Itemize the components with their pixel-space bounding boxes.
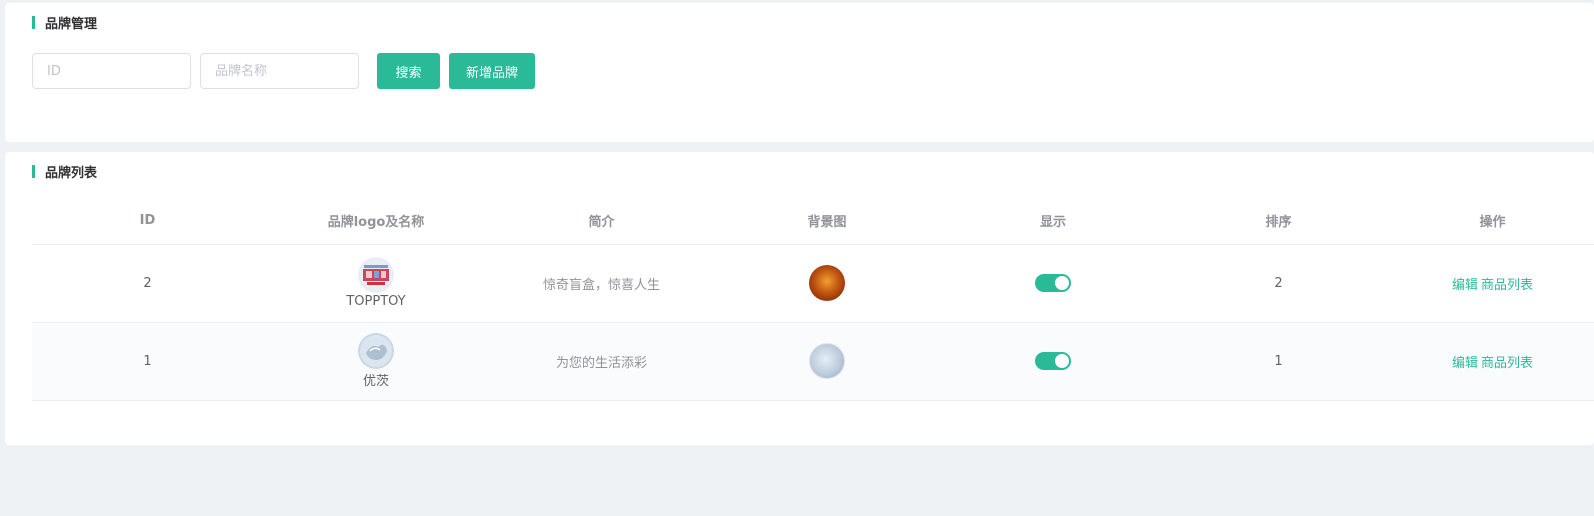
- table-row: 2 TOPPTOY 惊奇盲盒，惊喜人生 2 编辑 商品列表: [32, 244, 1594, 323]
- title-accent-bar: [32, 164, 35, 178]
- column-header-id: ID: [32, 198, 263, 245]
- actions-cell: 编辑 商品列表: [1391, 322, 1594, 401]
- column-header-background: 背景图: [714, 198, 940, 245]
- column-header-intro: 简介: [489, 198, 714, 245]
- brand-cell: 优茨: [263, 322, 489, 401]
- id-input[interactable]: [32, 53, 191, 89]
- column-header-sort: 排序: [1166, 198, 1391, 245]
- row-id: 1: [32, 322, 263, 401]
- brand-intro: 惊奇盲盒，惊喜人生: [489, 244, 714, 323]
- show-cell: [940, 244, 1166, 323]
- list-section-title-text: 品牌列表: [45, 165, 98, 181]
- background-cell: [714, 322, 940, 401]
- table-row: 1 优茨 为您的生活添彩 1 编辑 商品列表: [32, 322, 1594, 401]
- brand-cell: TOPPTOY: [263, 244, 489, 323]
- brand-name-input[interactable]: [200, 53, 359, 89]
- table-header-row: ID 品牌logo及名称 简介 背景图 显示 排序 操作: [32, 198, 1594, 245]
- brand-logo-image: [358, 333, 394, 369]
- brand-list-panel: 品牌列表 ID 品牌logo及名称 简介 背景图 显示 排序 操作 2 TOPP…: [5, 152, 1594, 445]
- background-image: [809, 343, 845, 379]
- add-brand-button[interactable]: 新增品牌: [449, 53, 535, 89]
- edit-link[interactable]: 编辑: [1452, 274, 1478, 293]
- brand-search-panel: 品牌管理 搜索 新增品牌: [5, 3, 1594, 142]
- product-list-link[interactable]: 商品列表: [1481, 274, 1533, 293]
- brand-name: 优茨: [362, 374, 389, 389]
- edit-link[interactable]: 编辑: [1452, 352, 1478, 371]
- search-button[interactable]: 搜索: [377, 53, 440, 89]
- brand-intro: 为您的生活添彩: [489, 322, 714, 401]
- row-sort: 1: [1166, 322, 1391, 401]
- show-cell: [940, 322, 1166, 401]
- show-toggle[interactable]: [1035, 352, 1071, 370]
- brand-name: TOPPTOY: [346, 294, 406, 309]
- actions-cell: 编辑 商品列表: [1391, 244, 1594, 323]
- brand-logo-image: [358, 257, 394, 293]
- list-section-title: 品牌列表: [32, 164, 98, 181]
- background-cell: [714, 244, 940, 323]
- background-image: [809, 265, 845, 301]
- search-section-title-text: 品牌管理: [45, 16, 98, 32]
- show-toggle[interactable]: [1035, 274, 1071, 292]
- row-sort: 2: [1166, 244, 1391, 323]
- column-header-actions: 操作: [1391, 198, 1594, 245]
- product-list-link[interactable]: 商品列表: [1481, 352, 1533, 371]
- row-id: 2: [32, 244, 263, 323]
- column-header-show: 显示: [940, 198, 1166, 245]
- search-section-title: 品牌管理: [32, 15, 98, 32]
- column-header-brand: 品牌logo及名称: [263, 198, 489, 245]
- brand-table: ID 品牌logo及名称 简介 背景图 显示 排序 操作 2 TOPPTOY 惊…: [32, 198, 1594, 401]
- title-accent-bar: [32, 15, 35, 29]
